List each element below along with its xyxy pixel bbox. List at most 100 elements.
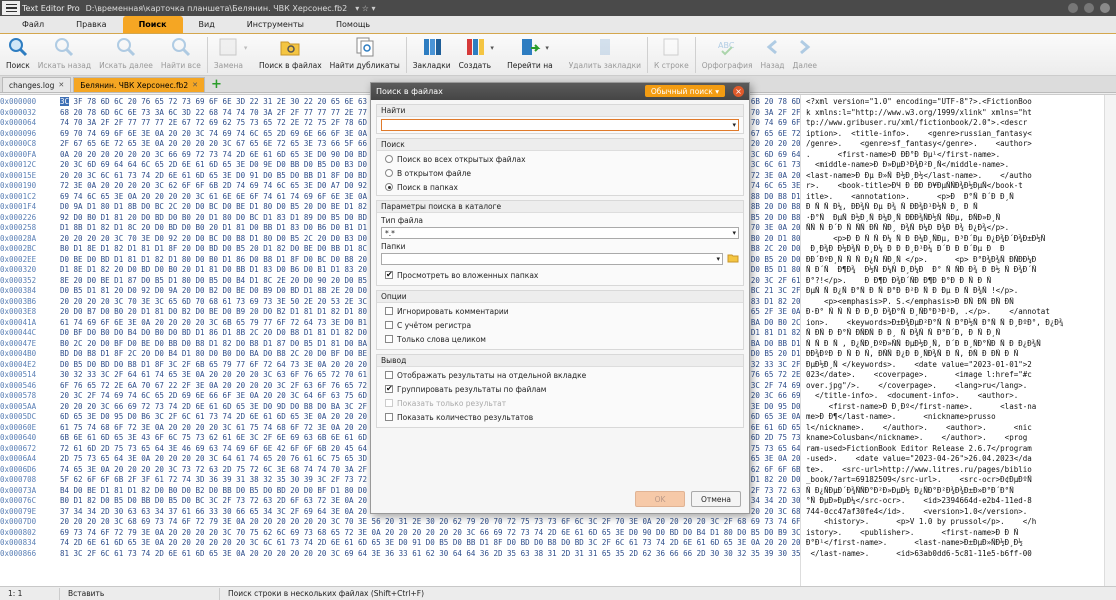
text-line[interactable]: . <first-name>Ð ÐÐ°Ð Ðµ¹</first-name>. — [806, 150, 1102, 161]
menu-search[interactable]: Поиск — [122, 16, 183, 33]
goto-line-button[interactable]: К строке — [650, 34, 693, 74]
text-line[interactable]: ÐÐ¾ÐºÐ Ð Ñ Ð Ñ, ÐÑÑ Ð¿Ð Ð¸ÑÐ¾Ñ Ð Ñ, ÐÑ Ð… — [806, 349, 1102, 360]
text-line[interactable]: ·Ð°Ñ ÐµÑ Ð½Ð¸Ñ Ð¼Ð¸Ñ ÐÐÐ¾ÑÐ½Ñ ÑÐµ, ÐÑÐ»Ð… — [806, 213, 1102, 224]
favorite-star-icon[interactable]: ▾ ☆ ▾ — [355, 4, 375, 13]
close-dialog-icon[interactable]: × — [733, 86, 744, 97]
text-line[interactable]: <middle-name>Ð Ð»ÐµÐ³Ð¾Ð²Ð¸Ñ</middle-nam… — [806, 160, 1102, 171]
text-line[interactable]: <?xml version="1.0" encoding="UTF-8"?>.<… — [806, 97, 1102, 108]
text-line[interactable]: kname>Colusban</nickname>. </author>. <p… — [806, 433, 1102, 444]
hex-bytes[interactable]: 74 2D 6E 61 6D 65 3E 0A 20 20 20 20 20 2… — [60, 538, 800, 549]
text-line[interactable]: Ñ Ð´Ñ Ð¶Ð¾ Ð½Ñ Ð¼Ñ Ð¸Ð¼Ð Ð° Ñ ÑÐ Ð¾ Ð Ð½… — [806, 265, 1102, 276]
text-line[interactable]: Ð Ñ Ñ Ð¼, ÐÐ¾Ñ Ðµ Ð¾ Ñ ÐÐ¾Ð¹Ð½Ñ Ð¸ Ð Ñ — [806, 202, 1102, 213]
search-back-button[interactable]: Искать назад — [34, 34, 95, 74]
text-line[interactable]: te>. <src-url>http://www.litres.ru/pages… — [806, 465, 1102, 476]
text-line[interactable]: _book/?art=69182509</src-url>. <src-ocr>… — [806, 475, 1102, 486]
filetype-input[interactable]: *.* ▾ — [381, 227, 739, 239]
text-line[interactable]: istory>. <publisher>. <first-name>Ð Ð Ñ — [806, 528, 1102, 539]
text-line[interactable]: /genre>. <genre>sf_fantasy</genre>. <aut… — [806, 139, 1102, 150]
text-line[interactable]: itle>. <annotation>. <p>Ð Ð°Ñ Ð´Ð Ð¸Ñ — [806, 192, 1102, 203]
text-line[interactable]: °Ñ ÐµÐ»ÐµÐ¼</src-ocr>. <id>2394664d-e2b4… — [806, 496, 1102, 507]
minimize-icon[interactable] — [1068, 3, 1078, 13]
checkbox-group-by-file[interactable]: ✔ Группировать результаты по файлам — [385, 383, 735, 395]
menu-file[interactable]: Файл — [6, 16, 60, 33]
text-line[interactable]: -used>. <date value="2023-04-26">26.04.2… — [806, 454, 1102, 465]
text-line[interactable]: Ð¸Ð¾Ð Ð½Ð¾Ñ Ð¸Ð¼ Ð Ð Ð¸Ð¹Ð¼ Ð´Ð Ð Ð´Ðµ Ð… — [806, 244, 1102, 255]
text-line[interactable]: ÐÐ´ÐºÐ¸Ñ Ñ Ñ Ð¿Ñ ÑÐ¸Ñ </p>. <p> Ð°Ð¾Ð¾Ñ … — [806, 255, 1102, 266]
text-line[interactable]: Ñ ÐÑ Ð Ð°Ñ ÐÑÐÑ Ð Ð¸ Ñ Ð¾Ñ Ñ Ð°Ð´Ð, Ð Ñ … — [806, 328, 1102, 339]
menu-tools[interactable]: Инструменты — [231, 16, 320, 33]
chevron-down-icon[interactable]: ▾ — [732, 228, 736, 239]
text-line[interactable]: ÐµÐ½Ð¸Ñ </keywords>. <date value="2023-0… — [806, 360, 1102, 371]
checkbox-separate-tab[interactable]: Отображать результаты на отдельной вклад… — [385, 369, 735, 381]
text-line[interactable]: Ñ Ð¿ÑÐµÐ´Ð¾ÑÑÐ°Ð²Ð»ÐµÐ½ Ð¿ÑÐ°Ð²Ð¾Ð¾Ð±Ð»Ð… — [806, 486, 1102, 497]
find-input[interactable]: ▾ — [381, 119, 739, 131]
close-tab-icon[interactable]: ✕ — [192, 81, 198, 89]
search-next-button[interactable]: Искать далее — [95, 34, 157, 74]
text-line[interactable]: ÑÑ Ñ Ð´Ð Ñ ÑÑ ÐÑ ÑÐ¸ Ð¾Ñ Ð¼Ð Ð¾Ð Ð¾ Ð¿Ð¾… — [806, 223, 1102, 234]
goto-button[interactable]: ▾ Перейти на — [503, 34, 565, 74]
text-line[interactable]: ion>. <keywords>Ð±Ð¾ÐµÐ²Ð°Ñ Ñ Ð°Ð½Ñ Ð°Ñ … — [806, 318, 1102, 329]
text-line[interactable]: </title-info>. <document-info>. <author>… — [806, 391, 1102, 402]
bookmarks-button[interactable]: Закладки — [409, 34, 455, 74]
text-line[interactable]: 023</date>. <coverpage>. <image l:href="… — [806, 370, 1102, 381]
hex-bytes[interactable]: 20 20 20 20 3C 68 69 73 74 6F 72 79 3E 0… — [60, 517, 800, 528]
text-line[interactable]: over.jpg"/>. </coverpage>. <lang>ru</lan… — [806, 381, 1102, 392]
tab-changes-log[interactable]: changes.log ✕ — [2, 77, 72, 92]
chevron-down-icon[interactable]: ▾ — [716, 254, 720, 265]
back-button[interactable]: Назад — [756, 34, 788, 74]
checkbox-ignore-comments[interactable]: Игнорировать комментарии — [385, 305, 735, 317]
text-line[interactable]: <history>. <p>V 1.0 by prussol</p>. </h — [806, 517, 1102, 528]
text-line[interactable]: Ð°?!</p>. Ð Ð¶Ð Ð¾Ð´ÑÐ Ð¶Ð Ð°Ð Ð Ñ Ð Ñ — [806, 276, 1102, 287]
create-bookmark-button[interactable]: ▾ Создать — [455, 34, 503, 74]
spellcheck-button[interactable]: ABC Орфография — [698, 34, 757, 74]
text-line[interactable]: ÐµÑ Ñ Ð¿Ñ Ð°Ñ Ð Ñ Ð°Ð Ð²Ð Ñ Ð Ðµ Ð Ñ Ð¾Ñ… — [806, 286, 1102, 297]
search-in-files-button[interactable]: Поиск в файлах — [255, 34, 326, 74]
chevron-down-icon[interactable]: ▾ — [732, 120, 736, 131]
text-column[interactable]: <?xml version="1.0" encoding="UTF-8"?>.<… — [806, 97, 1102, 559]
cancel-button[interactable]: Отмена — [691, 491, 741, 507]
text-line[interactable]: l</nickname>. </author>. <author>. <nic — [806, 423, 1102, 434]
find-duplicates-button[interactable]: Найти дубликаты — [326, 34, 404, 74]
vertical-scrollbar[interactable] — [1104, 95, 1116, 586]
text-line[interactable]: <p>Ð Ð Ñ Ñ Ð¼ Ñ Ð Ð¼Ð¸ÑÐµ, Ð³Ð´Ðµ Ð¿Ð¾Ð´… — [806, 234, 1102, 245]
folders-input[interactable]: ▾ — [381, 253, 723, 265]
text-line[interactable]: </last-name>. <id>63ab0dd6-5c81-11e5-b6f… — [806, 549, 1102, 560]
text-line[interactable]: Ð°Ð¹</first-name>. <last-name>Ð±ÐµÐ»ÑÐ½Ð… — [806, 538, 1102, 549]
text-line[interactable]: Ñ Ñ Ð Ñ , Ð¿ÑÐ¸ÐºÐ»ÑÑ ÐµÐ½Ð¸Ñ, Ð´Ð Ð¸ÑÐ°… — [806, 339, 1102, 350]
text-line[interactable]: me>Ð Ð¶</last-name>. <nickname>prusso — [806, 412, 1102, 423]
checkbox-subfolders[interactable]: ✔ Просмотреть во вложенных папках — [385, 269, 735, 281]
radio-current-file[interactable]: В открытом файле — [385, 167, 735, 179]
maximize-icon[interactable] — [1084, 3, 1094, 13]
checkbox-show-count[interactable]: Показать количество результатов — [385, 411, 735, 423]
text-line[interactable]: <first-name>Ð Ð¸Ðº</first-name>. <last-n… — [806, 402, 1102, 413]
menu-edit[interactable]: Правка — [60, 16, 122, 33]
menu-view[interactable]: Вид — [183, 16, 231, 33]
radio-in-folders[interactable]: Поиск в папках — [385, 181, 735, 193]
text-line[interactable]: Ð·Ð° Ñ Ñ Ñ Ð Ð¸Ð Ð¾Ð°Ñ Ð¸ÑÐ°Ð³Ð²Ð, .</p>… — [806, 307, 1102, 318]
delete-bookmarks-button[interactable]: Удалить закладки — [565, 34, 645, 74]
add-tab-icon[interactable]: + — [211, 77, 222, 92]
ok-button[interactable]: OK — [635, 491, 685, 507]
forward-button[interactable]: Далее — [788, 34, 820, 74]
text-line[interactable]: <last-name>Ð Ðµ Ð»Ñ Ð½Ð¸Ð½</last-name>. … — [806, 171, 1102, 182]
search-button[interactable]: Поиск — [2, 34, 34, 74]
app-menu-icon[interactable] — [2, 1, 20, 15]
text-line[interactable]: ram-used>FictionBook Editor Release 2.6.… — [806, 444, 1102, 455]
hex-bytes[interactable]: 81 3C 2F 6C 61 73 74 2D 6E 61 6D 65 3E 0… — [60, 549, 800, 560]
checkbox-whole-words[interactable]: Только слова целиком — [385, 333, 735, 345]
insert-mode[interactable]: Вставить — [60, 587, 220, 600]
text-line[interactable]: tp://www.gribuser.ru/xml/fictionbook/2.0… — [806, 118, 1102, 129]
radio-all-open-files[interactable]: Поиск во всех открытых файлах — [385, 153, 735, 165]
text-line[interactable]: k xmlns:l="http://www.w3.org/1999/xlink"… — [806, 108, 1102, 119]
checkbox-result-only[interactable]: Показать только результат — [385, 397, 735, 409]
browse-folder-icon[interactable] — [727, 253, 739, 265]
replace-button[interactable]: ▾ Замена — [210, 34, 255, 74]
tab-belyanin-fb2[interactable]: Белянин. ЧВК Херсонес.fb2 ✕ — [73, 77, 206, 92]
close-window-icon[interactable] — [1100, 3, 1110, 13]
selected-byte[interactable]: 3C — [60, 97, 70, 106]
find-all-button[interactable]: Найти все — [157, 34, 205, 74]
text-line[interactable]: <p><emphasis>P. S.</emphasis>Ð ÐÑ ÐÑ ÐÑ … — [806, 297, 1102, 308]
normal-search-mode-button[interactable]: Обычный поиск ▾ — [644, 85, 725, 97]
text-line[interactable]: 744-0cc47af30fe4</id>. <version>1.0</ver… — [806, 507, 1102, 518]
close-tab-icon[interactable]: ✕ — [58, 81, 64, 89]
